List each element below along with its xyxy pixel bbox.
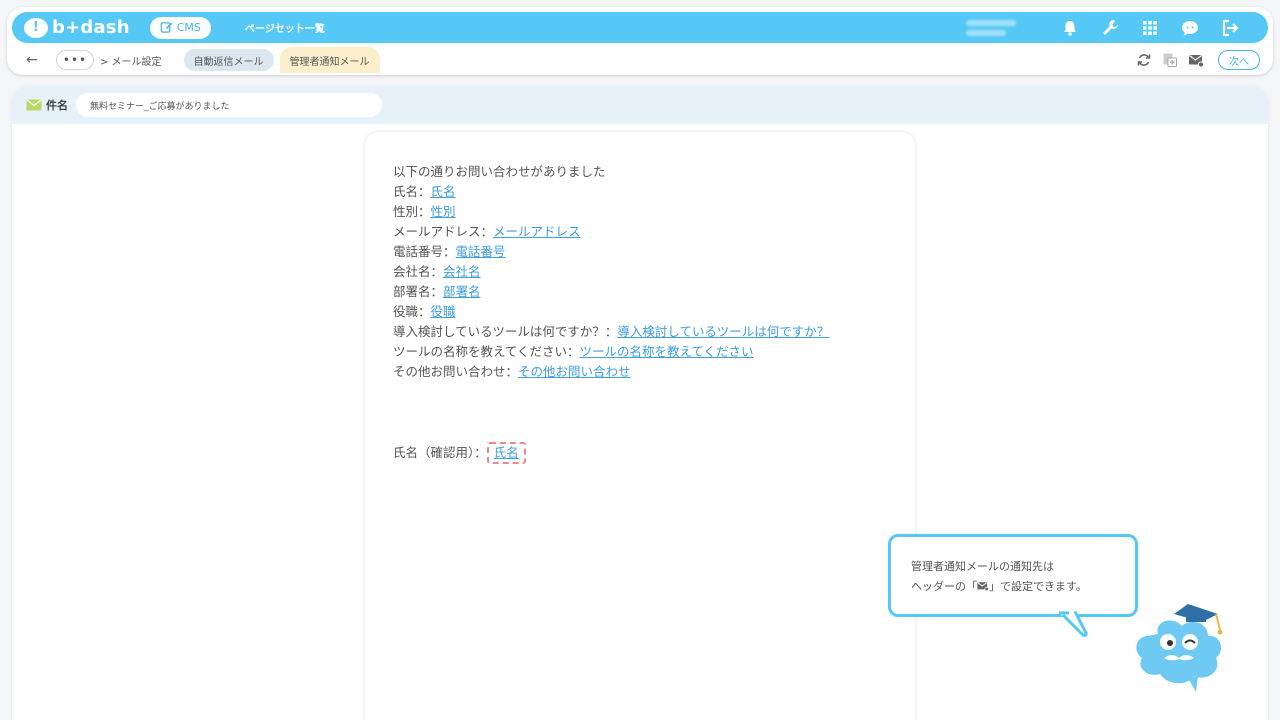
blurred-account-info <box>966 16 1022 40</box>
field-line: メールアドレス：メールアドレス <box>393 222 915 242</box>
merge-tag-link[interactable]: 会社名 <box>443 264 481 279</box>
copy-mail-icon[interactable] <box>1162 52 1178 68</box>
merge-tag-link[interactable]: ツールの名称を教えてください <box>580 344 754 359</box>
body-intro: 以下の通りお問い合わせがありました <box>393 164 606 179</box>
field-line: 電話番号：電話番号 <box>393 242 915 262</box>
grid-icon[interactable] <box>1140 18 1160 38</box>
field-label: 導入検討しているツールは何ですか？： <box>393 324 618 339</box>
nav-page-set-list[interactable]: ページセット一覧 <box>245 20 325 35</box>
field-label: 性別： <box>393 204 431 219</box>
tooltip-line-2: ヘッダーの「 」で設定できます。 <box>911 577 1135 597</box>
field-line: ツールの名称を教えてください：ツールの名称を教えてください <box>393 342 915 362</box>
merge-tag-link[interactable]: その他お問い合わせ <box>518 364 631 379</box>
merge-tag-link[interactable]: 電話番号 <box>456 244 506 259</box>
field-label: 部署名： <box>393 284 444 299</box>
top-nav-bar: ! b+dash CMS ページセット一覧 <box>12 12 1268 43</box>
hint-tooltip: 管理者通知メールの通知先は ヘッダーの「 」で設定できます。 <box>888 534 1138 617</box>
back-arrow-icon[interactable]: ← <box>26 52 40 68</box>
field-label: 会社名： <box>393 264 444 279</box>
merge-tag-link[interactable]: 氏名 <box>431 184 456 199</box>
merge-tag-link[interactable]: 役職 <box>431 304 456 319</box>
field-label: 役職： <box>393 304 431 319</box>
cms-label: CMS <box>176 21 201 34</box>
subject-label: 件名 <box>46 99 68 112</box>
field-line: 部署名：部署名 <box>393 282 915 302</box>
field-label: その他お問い合わせ： <box>393 364 519 379</box>
field-line: 導入検討しているツールは何ですか？：導入検討しているツールは何ですか？ <box>393 322 915 342</box>
merge-tag-link[interactable]: 氏名 <box>494 445 519 460</box>
highlighted-tag: 氏名 <box>486 442 526 464</box>
envelope-icon <box>26 99 42 111</box>
field-label: ツールの名称を教えてください： <box>393 344 580 359</box>
subject-input[interactable]: 無料セミナー_ご応募がありました <box>76 93 382 117</box>
more-breadcrumb-button[interactable]: ••• <box>56 50 94 70</box>
mail-body-editor[interactable]: 以下の通りお問い合わせがありました 氏名：氏名 性別：性別 メールアドレス：メールア… <box>365 132 915 720</box>
subject-bar: 件名 無料セミナー_ご応募がありました <box>12 86 1268 124</box>
field-line: 役職：役職 <box>393 302 915 322</box>
tooltip-line-1: 管理者通知メールの通知先は <box>911 560 1054 573</box>
sub-toolbar: ← ••• > メール設定 自動返信メール 管理者通知メール 次へ <box>12 47 1268 73</box>
tooltip-line-2-suffix: 」で設定できます。 <box>989 580 1087 593</box>
field-label: 氏名： <box>393 184 431 199</box>
field-line: 氏名：氏名 <box>393 182 915 202</box>
mail-settings-icon <box>977 582 989 592</box>
tooltip-line-2-prefix: ヘッダーの「 <box>911 580 977 593</box>
breadcrumb-mail-settings[interactable]: > メール設定 <box>100 53 162 68</box>
logo[interactable]: ! b+dash <box>24 17 130 38</box>
logo-bubble-icon: ! <box>24 17 48 38</box>
merge-tag-link[interactable]: 部署名 <box>443 284 481 299</box>
mascot-icon <box>1136 604 1223 692</box>
field-line: 性別：性別 <box>393 202 915 222</box>
field-label: メールアドレス： <box>393 224 494 239</box>
refresh-icon[interactable] <box>1136 52 1152 68</box>
cms-button[interactable]: CMS <box>149 16 211 39</box>
confirm-name-line: 氏名（確認用）： 氏名 <box>393 442 915 464</box>
field-line: その他お問い合わせ：その他お問い合わせ <box>393 362 915 382</box>
edit-icon <box>160 22 172 33</box>
field-label: 氏名（確認用）： <box>393 445 487 460</box>
next-button[interactable]: 次へ <box>1218 50 1260 70</box>
mail-settings-icon[interactable] <box>1188 52 1204 68</box>
chat-icon[interactable] <box>1180 18 1200 38</box>
tooltip-tail <box>1057 611 1088 637</box>
merge-tag-link[interactable]: メールアドレス <box>493 224 581 239</box>
tab-admin-notification[interactable]: 管理者通知メール <box>279 47 380 73</box>
field-label: 電話番号： <box>393 244 456 259</box>
logo-text: b+dash <box>52 17 130 38</box>
merge-tag-link[interactable]: 性別 <box>431 204 456 219</box>
tab-auto-reply[interactable]: 自動返信メール <box>183 49 274 71</box>
bell-icon[interactable] <box>1060 18 1080 38</box>
field-line: 会社名：会社名 <box>393 262 915 282</box>
logout-icon[interactable] <box>1220 18 1240 38</box>
merge-tag-link[interactable]: 導入検討しているツールは何ですか？ <box>617 324 829 339</box>
wrench-icon[interactable] <box>1100 18 1120 38</box>
